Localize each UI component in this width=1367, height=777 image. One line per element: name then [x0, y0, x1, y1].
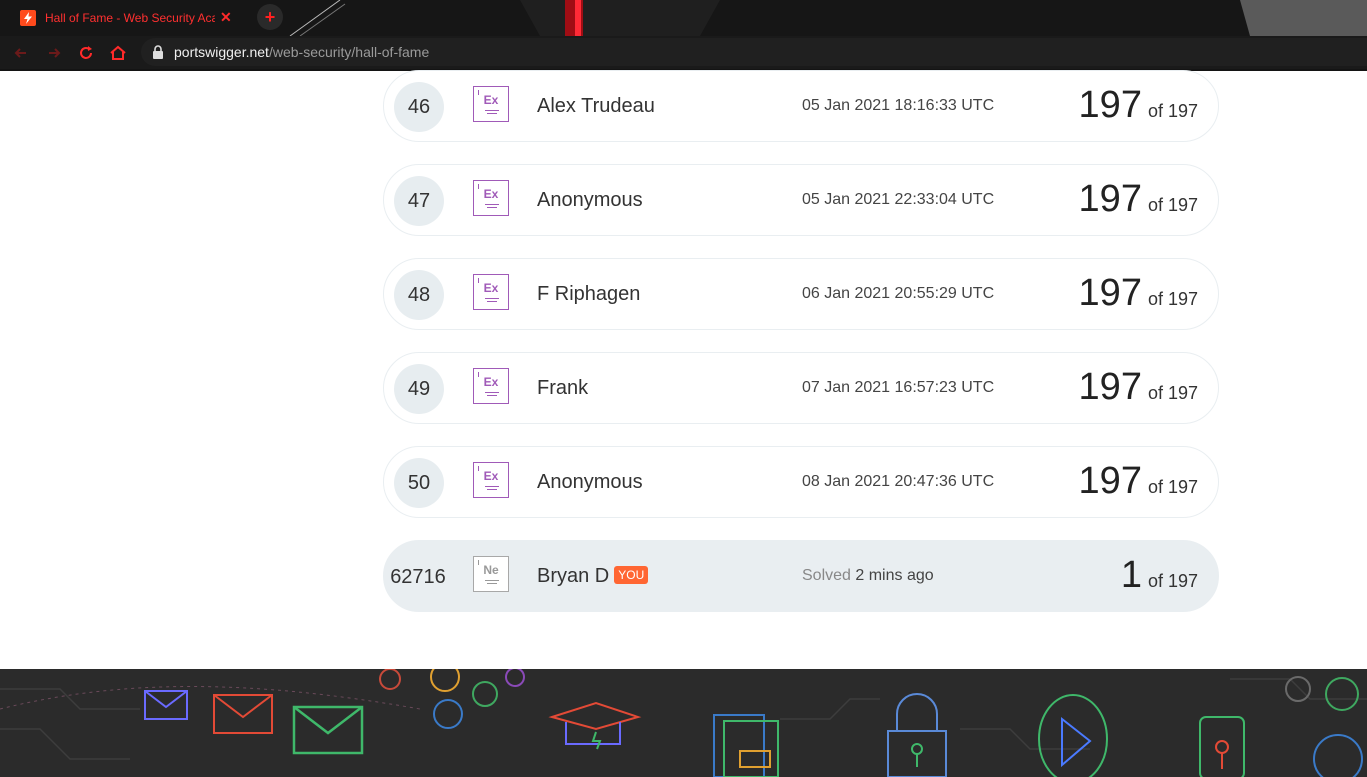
forward-icon[interactable] — [43, 42, 65, 64]
play-icon — [1038, 694, 1108, 777]
close-icon[interactable]: ✕ — [220, 9, 232, 26]
score-total: of 197 — [1147, 289, 1198, 309]
score: 197 of 197 — [1079, 178, 1198, 221]
books-icon — [713, 714, 779, 777]
rank-badge: 47 — [394, 176, 444, 226]
level-symbol: Ex — [483, 187, 499, 201]
rank-badge: 48 — [394, 270, 444, 320]
envelope-icon — [144, 690, 188, 720]
rank-badge: 49 — [394, 364, 444, 414]
score-value: 197 — [1078, 366, 1142, 408]
expert-level-icon: Ex — [473, 274, 509, 310]
current-user-row: 62716 Ne Bryan D YOU Solved 2 mins ago 1o… — [383, 540, 1219, 612]
address-bar[interactable]: portswigger.net/web-security/hall-of-fam… — [141, 38, 1367, 66]
envelope-icon — [213, 694, 273, 734]
solved-time: Solved 2 mins ago — [802, 567, 934, 585]
lock-icon — [153, 45, 163, 59]
score-total: of 197 — [1147, 101, 1198, 121]
rank-badge: 62716 — [390, 565, 446, 588]
gear-icon — [1285, 676, 1363, 777]
envelope-icon — [292, 705, 364, 755]
leaderboard-row: 48 Ex F Riphagen 06 Jan 2021 20:55:29 UT… — [383, 258, 1219, 330]
expert-level-icon: Ex — [473, 368, 509, 404]
user-name: Alex Trudeau — [537, 95, 655, 117]
graduation-cap-icon — [548, 701, 642, 750]
rank-badge: 50 — [394, 458, 444, 508]
completion-time: 07 Jan 2021 16:57:23 UTC — [802, 379, 995, 396]
level-symbol: Ne — [483, 563, 499, 577]
user-name: Anonymous — [537, 471, 643, 493]
user-name: F Riphagen — [537, 283, 641, 305]
expert-level-icon: Ex — [473, 462, 509, 498]
expert-level-icon: Ex — [473, 86, 509, 122]
completion-time: 08 Jan 2021 20:47:36 UTC — [802, 473, 995, 490]
leaderboard-row: 47 Ex Anonymous 05 Jan 2021 22:33:04 UTC… — [383, 164, 1219, 236]
score-total: of 197 — [1147, 477, 1198, 497]
you-badge: YOU — [614, 566, 649, 584]
score: 197 of 197 — [1079, 272, 1198, 315]
level-symbol: Ex — [483, 375, 499, 389]
lightning-icon — [20, 9, 36, 26]
back-icon[interactable] — [10, 42, 32, 64]
phone-icon — [1199, 716, 1245, 777]
completion-time: 05 Jan 2021 18:16:33 UTC — [802, 97, 995, 114]
padlock-icon — [887, 693, 947, 777]
user-name-text: Bryan D — [537, 565, 610, 587]
solved-ago: 2 mins ago — [855, 567, 934, 584]
url-path: /web-security/hall-of-fame — [268, 44, 430, 60]
level-symbol: Ex — [483, 469, 499, 483]
footer-illustration — [0, 669, 1367, 777]
score-total: of 197 — [1147, 383, 1198, 403]
reload-icon[interactable] — [75, 42, 97, 64]
user-name: Frank — [537, 377, 589, 399]
leaderboard-row: 46 Ex Alex Trudeau 05 Jan 2021 18:16:33 … — [383, 70, 1219, 142]
url-host: portswigger.net — [174, 44, 269, 60]
leaderboard-row: 49 Ex Frank 07 Jan 2021 16:57:23 UTC 197… — [383, 352, 1219, 424]
score-total: of 197 — [1147, 571, 1198, 591]
user-name: Anonymous — [537, 189, 643, 211]
solved-label: Solved — [802, 567, 851, 584]
expert-level-icon: Ex — [473, 180, 509, 216]
leaderboard-row: 50 Ex Anonymous 08 Jan 2021 20:47:36 UTC… — [383, 446, 1219, 518]
score-value: 197 — [1078, 272, 1142, 314]
novice-level-icon: Ne — [473, 556, 509, 592]
score: 197 of 197 — [1079, 84, 1198, 127]
score-value: 197 — [1078, 178, 1142, 220]
home-icon[interactable] — [107, 42, 129, 64]
completion-time: 06 Jan 2021 20:55:29 UTC — [802, 285, 995, 302]
level-symbol: Ex — [483, 93, 499, 107]
tab-title: Hall of Fame - Web Security Academy — [45, 10, 215, 25]
new-tab-button[interactable]: + — [257, 4, 283, 30]
rank-badge: 46 — [394, 82, 444, 132]
score-value: 197 — [1078, 84, 1142, 126]
completion-time: 05 Jan 2021 22:33:04 UTC — [802, 191, 995, 208]
score-value: 197 — [1078, 460, 1142, 502]
score-value: 1 — [1120, 554, 1142, 596]
score: 197 of 197 — [1079, 460, 1198, 503]
gear-icon — [379, 669, 525, 729]
level-symbol: Ex — [483, 281, 499, 295]
user-name: Bryan D YOU — [537, 565, 649, 588]
url-text: portswigger.net/web-security/hall-of-fam… — [174, 44, 429, 60]
browser-chrome: Hall of Fame - Web Security Academy ✕ + … — [0, 0, 1367, 71]
score: 197 of 197 — [1079, 366, 1198, 409]
score-total: of 197 — [1147, 195, 1198, 215]
score: 1 of 197 — [1121, 554, 1198, 597]
browser-tab[interactable]: Hall of Fame - Web Security Academy ✕ — [10, 4, 248, 31]
